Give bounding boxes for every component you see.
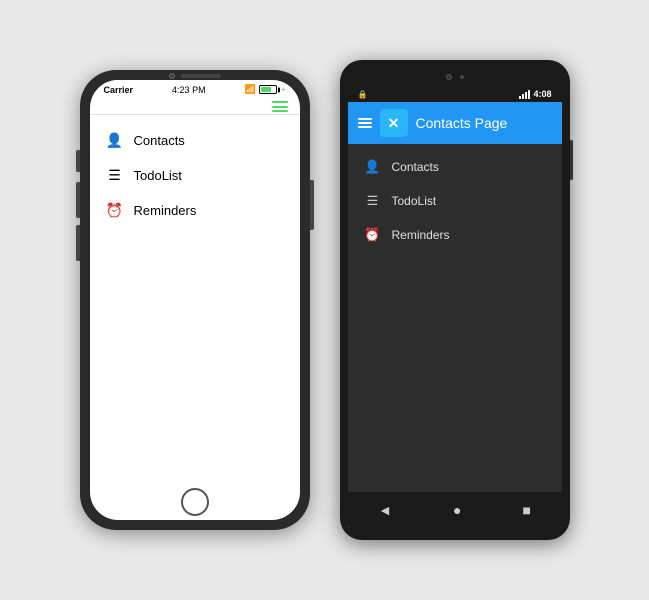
ios-volume-down-button	[76, 225, 80, 261]
battery-plus: +	[281, 85, 286, 94]
ios-speaker	[181, 74, 221, 78]
android-status-icons: 4:08	[519, 89, 551, 99]
ios-screen: Carrier 4:23 PM 📶 + 👤 Contacts	[90, 80, 300, 520]
contacts-icon: 👤	[106, 132, 124, 149]
android-time: 4:08	[533, 89, 551, 99]
ios-camera-area	[169, 73, 221, 79]
android-camera-area	[348, 68, 562, 86]
android-reminders-icon: ⏰	[364, 227, 382, 243]
ios-camera-lens	[169, 73, 175, 79]
ios-status-icons: 📶 +	[245, 84, 286, 95]
android-lock-icon: 🔒	[358, 90, 368, 99]
android-toolbar: ✕ Contacts Page	[348, 102, 562, 144]
reminders-icon: ⏰	[106, 202, 124, 219]
ios-contacts-label: Contacts	[134, 133, 185, 148]
ios-home-button[interactable]	[181, 488, 209, 516]
android-power-button	[570, 140, 573, 180]
app-logo: ✕	[380, 109, 408, 137]
todolist-icon: ☰	[106, 167, 124, 184]
ios-nav-todolist[interactable]: ☰ TodoList	[90, 158, 300, 193]
ios-todolist-label: TodoList	[134, 168, 182, 183]
android-speaker	[460, 75, 464, 79]
ios-mute-button	[76, 150, 80, 172]
ios-phone: Carrier 4:23 PM 📶 + 👤 Contacts	[80, 70, 310, 530]
android-screen: 🔒 4:08 ✕ Contacts Page	[348, 86, 562, 528]
android-home-button[interactable]: ●	[449, 498, 465, 522]
battery-fill	[261, 87, 271, 92]
ios-volume-up-button	[76, 182, 80, 218]
ios-toolbar	[90, 97, 300, 115]
ios-carrier: Carrier	[104, 85, 134, 95]
ios-nav-list: 👤 Contacts ☰ TodoList ⏰ Reminders	[90, 115, 300, 482]
android-phone: 🔒 4:08 ✕ Contacts Page	[340, 60, 570, 540]
ios-home-indicator-area	[90, 482, 300, 520]
android-back-button[interactable]: ◄	[374, 498, 396, 522]
ios-reminders-label: Reminders	[134, 203, 197, 218]
android-todolist-label: TodoList	[392, 194, 437, 208]
ios-nav-contacts[interactable]: 👤 Contacts	[90, 123, 300, 158]
app-logo-icon: ✕	[388, 115, 400, 132]
wifi-icon: 📶	[245, 84, 256, 95]
android-nav-reminders[interactable]: ⏰ Reminders	[348, 218, 562, 252]
ios-nav-reminders[interactable]: ⏰ Reminders	[90, 193, 300, 228]
signal-icon	[519, 90, 530, 99]
android-menu-button[interactable]	[358, 118, 372, 128]
android-nav-bar: ◄ ● ■	[348, 492, 562, 528]
android-nav-todolist[interactable]: ☰ TodoList	[348, 184, 562, 218]
battery-icon	[259, 85, 277, 94]
ios-power-button	[310, 180, 314, 230]
android-recent-button[interactable]: ■	[518, 498, 534, 522]
ios-status-bar: Carrier 4:23 PM 📶 +	[90, 80, 300, 97]
android-status-bar: 🔒 4:08	[348, 86, 562, 102]
android-camera-lens	[446, 74, 452, 80]
android-todolist-icon: ☰	[364, 193, 382, 209]
android-reminders-label: Reminders	[392, 228, 450, 242]
android-nav-list: 👤 Contacts ☰ TodoList ⏰ Reminders	[348, 144, 562, 492]
toolbar-title: Contacts Page	[416, 115, 508, 131]
android-contacts-label: Contacts	[392, 160, 439, 174]
android-contacts-icon: 👤	[364, 159, 382, 175]
ios-menu-button[interactable]	[272, 101, 288, 112]
android-nav-contacts[interactable]: 👤 Contacts	[348, 150, 562, 184]
ios-time: 4:23 PM	[172, 85, 206, 95]
